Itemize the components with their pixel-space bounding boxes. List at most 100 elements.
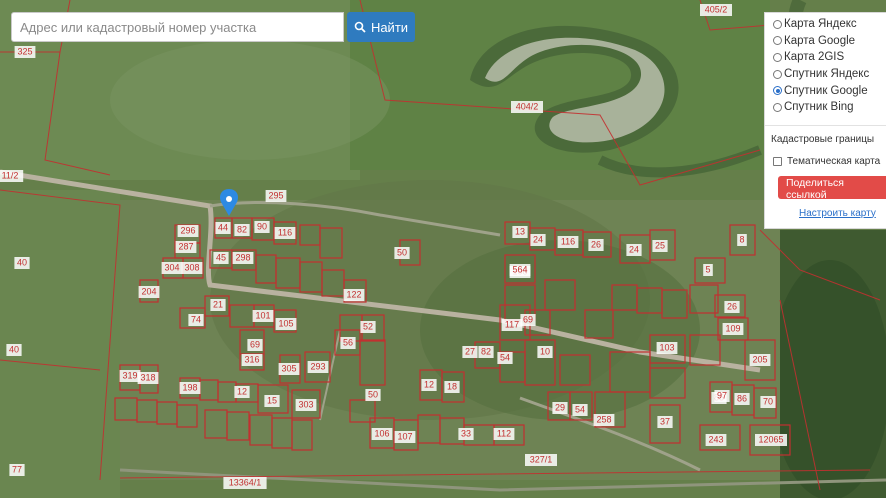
parcel-label[interactable]: 116: [561, 236, 575, 246]
parcel-label[interactable]: 308: [184, 262, 199, 272]
parcel-label[interactable]: 11/2: [2, 170, 19, 180]
parcel-label[interactable]: 116: [278, 227, 292, 237]
parcel-label[interactable]: 26: [727, 301, 737, 311]
radio-icon[interactable]: [773, 52, 782, 62]
parcel-label[interactable]: 12065: [758, 434, 783, 444]
parcel-label[interactable]: 54: [500, 352, 510, 362]
layer-option-yandex-map[interactable]: Карта Яндекс: [773, 16, 886, 33]
parcel-label[interactable]: 106: [374, 428, 389, 438]
satellite-map[interactable]: 325405/2404/211/2295296287304 30844 82 9011…: [0, 0, 886, 498]
parcel-label[interactable]: 69: [523, 314, 533, 324]
layer-option-yandex-satellite[interactable]: Спутник Яндекс: [773, 66, 886, 83]
parcel-label[interactable]: 97: [717, 390, 727, 400]
layer-panel: Карта Яндекс Карта Google Карта 2GIS Спу…: [764, 12, 886, 229]
parcel-label[interactable]: 305: [281, 363, 296, 373]
parcel-label[interactable]: 8: [739, 234, 744, 244]
radio-icon[interactable]: [773, 102, 782, 112]
parcel-label[interactable]: 37: [660, 416, 670, 426]
parcel-label[interactable]: 101: [255, 310, 270, 320]
parcel-label[interactable]: 29: [555, 402, 565, 412]
parcel-label[interactable]: 122: [346, 289, 361, 299]
parcel-label[interactable]: 295: [268, 190, 283, 200]
layer-label: Спутник Яндекс: [784, 68, 870, 81]
parcel-label[interactable]: 287: [178, 241, 193, 251]
parcel-label[interactable]: 24: [629, 244, 639, 254]
cadastral-layer-select[interactable]: Кадастровые границы: [771, 132, 886, 148]
configure-map-link[interactable]: Настроить карту: [799, 208, 886, 219]
layer-option-google-satellite[interactable]: Спутник Google: [773, 82, 886, 99]
parcel-label[interactable]: 198: [182, 382, 197, 392]
layer-option-bing-satellite[interactable]: Спутник Bing: [773, 99, 886, 116]
parcel-label[interactable]: 50: [397, 247, 407, 257]
parcel-label[interactable]: 303: [298, 399, 313, 409]
parcel-label[interactable]: 10: [540, 346, 550, 356]
parcel-label[interactable]: 70: [763, 396, 773, 406]
parcel-label[interactable]: 319: [122, 370, 137, 380]
parcel-label[interactable]: 204: [141, 286, 156, 296]
parcel-label[interactable]: 27: [465, 346, 475, 356]
parcel-label[interactable]: 44: [218, 222, 228, 232]
parcel-label[interactable]: 316: [244, 354, 259, 364]
layer-label: Карта Яндекс: [784, 18, 857, 31]
parcel-label[interactable]: 304: [164, 262, 179, 272]
parcel-label[interactable]: 109: [725, 323, 740, 333]
radio-checked-icon[interactable]: [773, 86, 782, 96]
parcel-label[interactable]: 103: [659, 342, 674, 352]
parcel-label[interactable]: 298: [235, 252, 250, 262]
parcel-label[interactable]: 52: [363, 321, 373, 331]
parcel-label[interactable]: 404/2: [516, 101, 539, 111]
parcel-label[interactable]: 12: [237, 386, 247, 396]
thematic-map-toggle[interactable]: Тематическая карта: [773, 156, 886, 167]
parcel-label[interactable]: 318: [140, 372, 155, 382]
parcel-label[interactable]: 69: [250, 339, 260, 349]
parcel-label[interactable]: 105: [278, 318, 293, 328]
parcel-label[interactable]: 5: [705, 264, 710, 274]
parcel-label[interactable]: 90: [257, 221, 267, 231]
parcel-label[interactable]: 15: [267, 395, 277, 405]
parcel-label[interactable]: 18: [447, 381, 457, 391]
parcel-label[interactable]: 40: [17, 257, 27, 267]
parcel-label[interactable]: 77: [12, 464, 22, 474]
parcel-label[interactable]: 296: [180, 225, 195, 235]
parcel-label[interactable]: 33: [461, 428, 471, 438]
thematic-map-label: Тематическая карта: [787, 155, 881, 167]
parcel-label[interactable]: 258: [596, 414, 611, 424]
panel-divider: [765, 124, 886, 126]
parcel-label[interactable]: 82: [481, 346, 491, 356]
parcel-label[interactable]: 40: [9, 344, 19, 354]
parcel-label[interactable]: 327/1: [530, 454, 553, 464]
parcel-label[interactable]: 112: [497, 428, 511, 438]
parcel-label[interactable]: 293: [310, 361, 325, 371]
parcel-label[interactable]: 243: [708, 434, 723, 444]
parcel-label[interactable]: 54: [575, 404, 585, 414]
layer-option-google-map[interactable]: Карта Google: [773, 33, 886, 50]
parcel-label[interactable]: 50: [368, 389, 378, 399]
parcel-label[interactable]: 25: [655, 240, 665, 250]
parcel-label[interactable]: 13: [515, 226, 525, 236]
parcel-label[interactable]: 82: [237, 224, 247, 234]
parcel-label[interactable]: 564: [512, 264, 527, 274]
parcel-label[interactable]: 56: [343, 337, 353, 347]
parcel-label[interactable]: 13364/1: [229, 477, 262, 487]
parcel-label[interactable]: 325: [17, 46, 32, 56]
radio-icon[interactable]: [773, 36, 782, 46]
radio-icon[interactable]: [773, 69, 782, 79]
parcel-label[interactable]: 12: [424, 379, 434, 389]
share-link-button[interactable]: Поделиться ссылкой: [778, 175, 886, 201]
parcel-label[interactable]: 205: [752, 354, 767, 364]
checkbox-icon[interactable]: [773, 156, 782, 166]
parcel-label[interactable]: 86: [737, 393, 747, 403]
layer-label: Спутник Bing: [784, 101, 854, 114]
search-button[interactable]: Найти: [347, 12, 415, 42]
parcel-label[interactable]: 21: [213, 299, 223, 309]
parcel-label[interactable]: 74: [191, 314, 201, 324]
radio-icon[interactable]: [773, 19, 782, 29]
parcel-label[interactable]: 26: [591, 239, 601, 249]
parcel-label[interactable]: 107: [397, 431, 412, 441]
parcel-label[interactable]: 405/2: [705, 4, 728, 14]
layer-option-2gis-map[interactable]: Карта 2GIS: [773, 49, 886, 66]
search-input[interactable]: [11, 12, 344, 42]
parcel-label[interactable]: 117: [505, 319, 519, 329]
parcel-label[interactable]: 24: [533, 234, 543, 244]
parcel-label[interactable]: 45: [216, 252, 226, 262]
